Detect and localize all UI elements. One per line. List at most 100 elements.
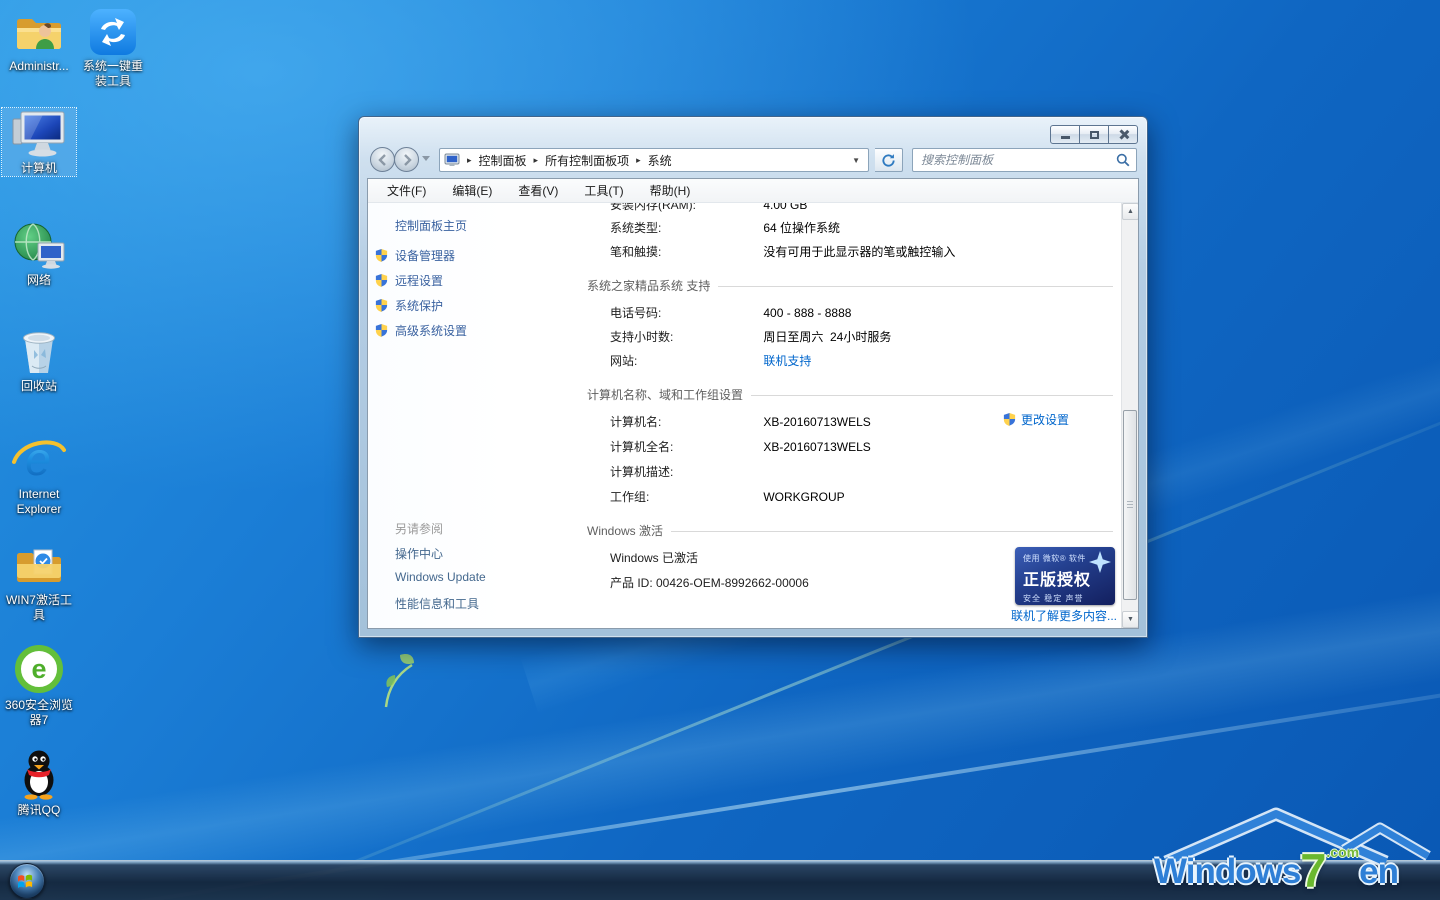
system-type-value: 64 位操作系统 [763, 221, 840, 235]
watermark-roof-icon [1148, 798, 1440, 868]
sidebar: 控制面板主页 设备管理器 远程设置 [368, 203, 565, 628]
desktop-icon-internet-explorer[interactable]: e Internet Explorer [2, 434, 76, 517]
search-icon[interactable] [1116, 153, 1130, 167]
desktop-icon-reinstall-tool[interactable]: 系统一键重 装工具 [76, 6, 150, 89]
sidebar-advanced-settings[interactable]: 高级系统设置 [374, 322, 467, 339]
sparkle-star-icon [1089, 551, 1111, 573]
computer-name-value: XB-20160713WELS [763, 415, 870, 429]
computer-fullname-row: 计算机全名: XB-20160713WELS [610, 438, 871, 455]
forward-arrow-icon [401, 154, 413, 166]
desktop-icon-recycle-bin[interactable]: 回收站 [2, 326, 76, 394]
website-label: 网站: [610, 352, 760, 369]
back-arrow-icon [377, 154, 389, 166]
desktop-icon-label: Internet Explorer [2, 487, 76, 517]
learn-more-online-link[interactable]: 联机了解更多内容... [1011, 607, 1121, 624]
svg-text:e: e [31, 654, 46, 684]
desktop-icon-administrator[interactable]: Administr... [2, 6, 76, 74]
address-bar[interactable]: ▸ 控制面板 ▸ 所有控制面板项 ▸ 系统 ▼ [439, 148, 869, 172]
qq-penguin-icon [2, 750, 76, 800]
sidebar-system-protection[interactable]: 系统保护 [374, 297, 443, 314]
desktop-icon-360-browser[interactable]: e 360安全浏览 器7 [2, 645, 76, 728]
system-type-row: 系统类型: 64 位操作系统 [610, 219, 840, 236]
menu-bar: 文件(F) 编辑(E) 查看(V) 工具(T) 帮助(H) [368, 179, 1138, 203]
desktop: Administr... 系统一键重 装工具 计算机 [0, 0, 1440, 900]
taskbar: e e [0, 860, 1440, 900]
menu-tools[interactable]: 工具(T) [571, 179, 636, 202]
desktop-icon-label: 计算机 [2, 161, 76, 176]
section-rule [671, 531, 1113, 532]
ram-value: 4.00 GB [763, 203, 807, 212]
genuine-software-badge: 使用 微软® 软件 正版授权 安全 稳定 声誉 [1015, 547, 1115, 605]
windows-logo-icon [17, 873, 37, 890]
change-settings-link[interactable]: 更改设置 [1021, 411, 1069, 428]
desktop-icon-computer[interactable]: 计算机 [2, 108, 76, 176]
sidebar-windows-update[interactable]: Windows Update [395, 570, 486, 584]
address-dropdown-icon[interactable]: ▼ [848, 156, 864, 165]
sidebar-item-label: 远程设置 [395, 272, 443, 289]
search-input[interactable] [919, 152, 1116, 168]
maximize-button[interactable] [1079, 125, 1109, 144]
back-button[interactable] [370, 147, 395, 172]
maximize-icon [1090, 131, 1099, 139]
minimize-icon [1061, 136, 1070, 139]
close-icon [1118, 129, 1129, 140]
system-type-label: 系统类型: [610, 219, 760, 236]
breadcrumb-all-items[interactable]: 所有控制面板项 [545, 152, 629, 169]
menu-help[interactable]: 帮助(H) [637, 179, 704, 202]
sidebar-item-label: 系统保护 [395, 297, 443, 314]
pen-touch-label: 笔和触摸: [610, 243, 760, 260]
computer-fullname-value: XB-20160713WELS [763, 440, 870, 454]
window-body: 控制面板主页 设备管理器 远程设置 [368, 203, 1138, 628]
scrollbar-thumb[interactable] [1123, 410, 1137, 600]
breadcrumb-separator-icon: ▸ [534, 155, 539, 166]
360-browser-icon: e [2, 645, 76, 695]
menu-edit[interactable]: 编辑(E) [439, 179, 505, 202]
sidebar-action-center[interactable]: 操作中心 [395, 545, 443, 562]
system-info-pane: 安装内存(RAM): 4.00 GB 系统类型: 64 位操作系统 笔和触摸: … [565, 203, 1121, 628]
scrollbar-grip [1127, 501, 1133, 509]
scroll-up-button[interactable]: ▲ [1122, 203, 1139, 220]
sprout-graphic [368, 645, 424, 714]
computer-description-label: 计算机描述: [610, 463, 760, 480]
forward-button[interactable] [394, 147, 419, 172]
history-dropdown-icon[interactable] [422, 156, 430, 161]
pen-touch-row: 笔和触摸: 没有可用于此显示器的笔或触控输入 [610, 243, 955, 260]
win7-activator-folder-icon [2, 540, 76, 590]
close-button[interactable] [1108, 125, 1138, 144]
minimize-button[interactable] [1050, 125, 1080, 144]
sidebar-item-label: 设备管理器 [395, 247, 455, 264]
support-hours-value: 周日至周六 24小时服务 [763, 330, 891, 344]
vertical-scrollbar[interactable]: ▲ ▼ [1121, 203, 1138, 628]
administrator-folder-icon [2, 6, 76, 56]
desktop-icon-label: 系统一键重 装工具 [76, 59, 150, 89]
sidebar-remote-settings[interactable]: 远程设置 [374, 272, 443, 289]
sidebar-control-panel-home[interactable]: 控制面板主页 [395, 217, 467, 234]
breadcrumb-separator-icon: ▸ [636, 155, 641, 166]
breadcrumb-system[interactable]: 系统 [648, 152, 672, 169]
computer-name-section-header: 计算机名称、域和工作组设置 [587, 386, 1113, 403]
scroll-down-button[interactable]: ▼ [1122, 611, 1139, 628]
breadcrumb-control-panel[interactable]: 控制面板 [479, 152, 527, 169]
menu-file[interactable]: 文件(F) [374, 179, 439, 202]
phone-label: 电话号码: [610, 304, 760, 321]
desktop-icon-network[interactable]: 网络 [2, 220, 76, 288]
desktop-icon-label: 360安全浏览 器7 [2, 698, 76, 728]
website-row: 网站: 联机支持 [610, 352, 811, 369]
refresh-icon [881, 153, 896, 168]
desktop-icon-win7-activator[interactable]: WIN7激活工 具 [2, 540, 76, 623]
sidebar-performance-tools[interactable]: 性能信息和工具 [395, 595, 479, 612]
desktop-icon-label: 回收站 [2, 379, 76, 394]
support-section-header: 系统之家精品系统 支持 [587, 277, 1113, 294]
online-support-link[interactable]: 联机支持 [763, 354, 811, 368]
desktop-icon-qq[interactable]: 腾讯QQ [2, 750, 76, 818]
computer-name-row: 计算机名: XB-20160713WELS [610, 413, 871, 430]
pen-touch-value: 没有可用于此显示器的笔或触控输入 [763, 245, 955, 259]
start-button[interactable] [9, 863, 45, 899]
change-settings[interactable]: 更改设置 [1002, 411, 1069, 428]
menu-view[interactable]: 查看(V) [505, 179, 571, 202]
sidebar-device-manager[interactable]: 设备管理器 [374, 247, 455, 264]
activation-status: Windows 已激活 [610, 549, 698, 566]
system-control-panel-window: ▸ 控制面板 ▸ 所有控制面板项 ▸ 系统 ▼ [358, 116, 1148, 638]
refresh-button[interactable] [875, 148, 903, 172]
search-box[interactable] [912, 148, 1137, 172]
